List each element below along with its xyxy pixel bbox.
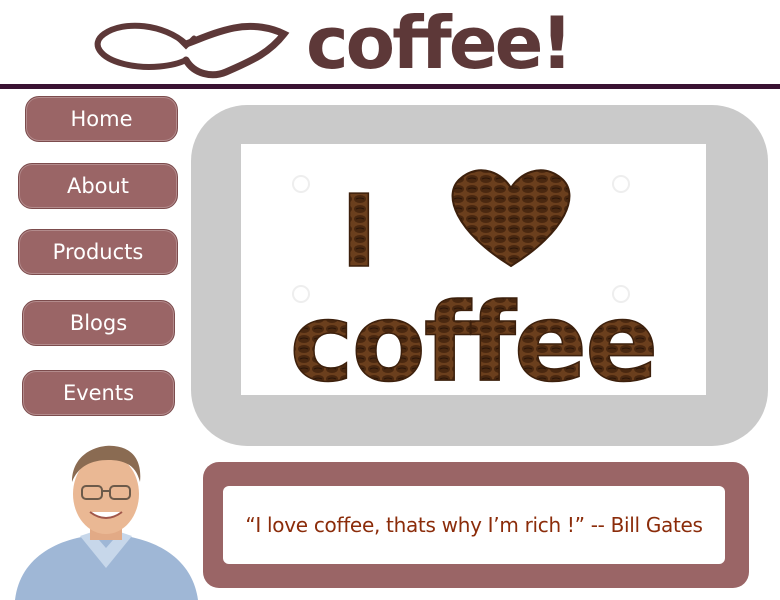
- nav-about-button[interactable]: About: [18, 163, 178, 209]
- nav-products-button[interactable]: Products: [18, 229, 178, 275]
- heart-logo-icon: [94, 22, 290, 79]
- quote-box: “I love coffee, thats why I’m rich !” --…: [223, 486, 725, 564]
- nav-blogs-button[interactable]: Blogs: [22, 300, 175, 346]
- site-logo-wordmark: coffee!: [306, 2, 573, 84]
- header-divider: [0, 84, 780, 89]
- nav-events-button[interactable]: Events: [22, 370, 175, 416]
- nav-home-label: Home: [70, 107, 133, 131]
- hero-image-i-love-coffee: I coffee: [241, 144, 706, 395]
- coffee-beans-illustration: I coffee: [289, 169, 659, 395]
- bean-heart-icon: [451, 169, 571, 268]
- quote-text: “I love coffee, thats why I’m rich !” --…: [245, 513, 703, 537]
- site-header: coffee!: [0, 0, 780, 84]
- nav-products-label: Products: [52, 240, 144, 264]
- nav-home-button[interactable]: Home: [25, 96, 178, 142]
- hero-word-coffee: coffee: [290, 281, 657, 395]
- person-avatar: [15, 445, 198, 600]
- portrait-photo: [10, 436, 203, 600]
- nav-about-label: About: [66, 174, 130, 198]
- hero-letter-i: I: [340, 173, 377, 290]
- nav-events-label: Events: [62, 381, 135, 405]
- nav-blogs-label: Blogs: [69, 311, 128, 335]
